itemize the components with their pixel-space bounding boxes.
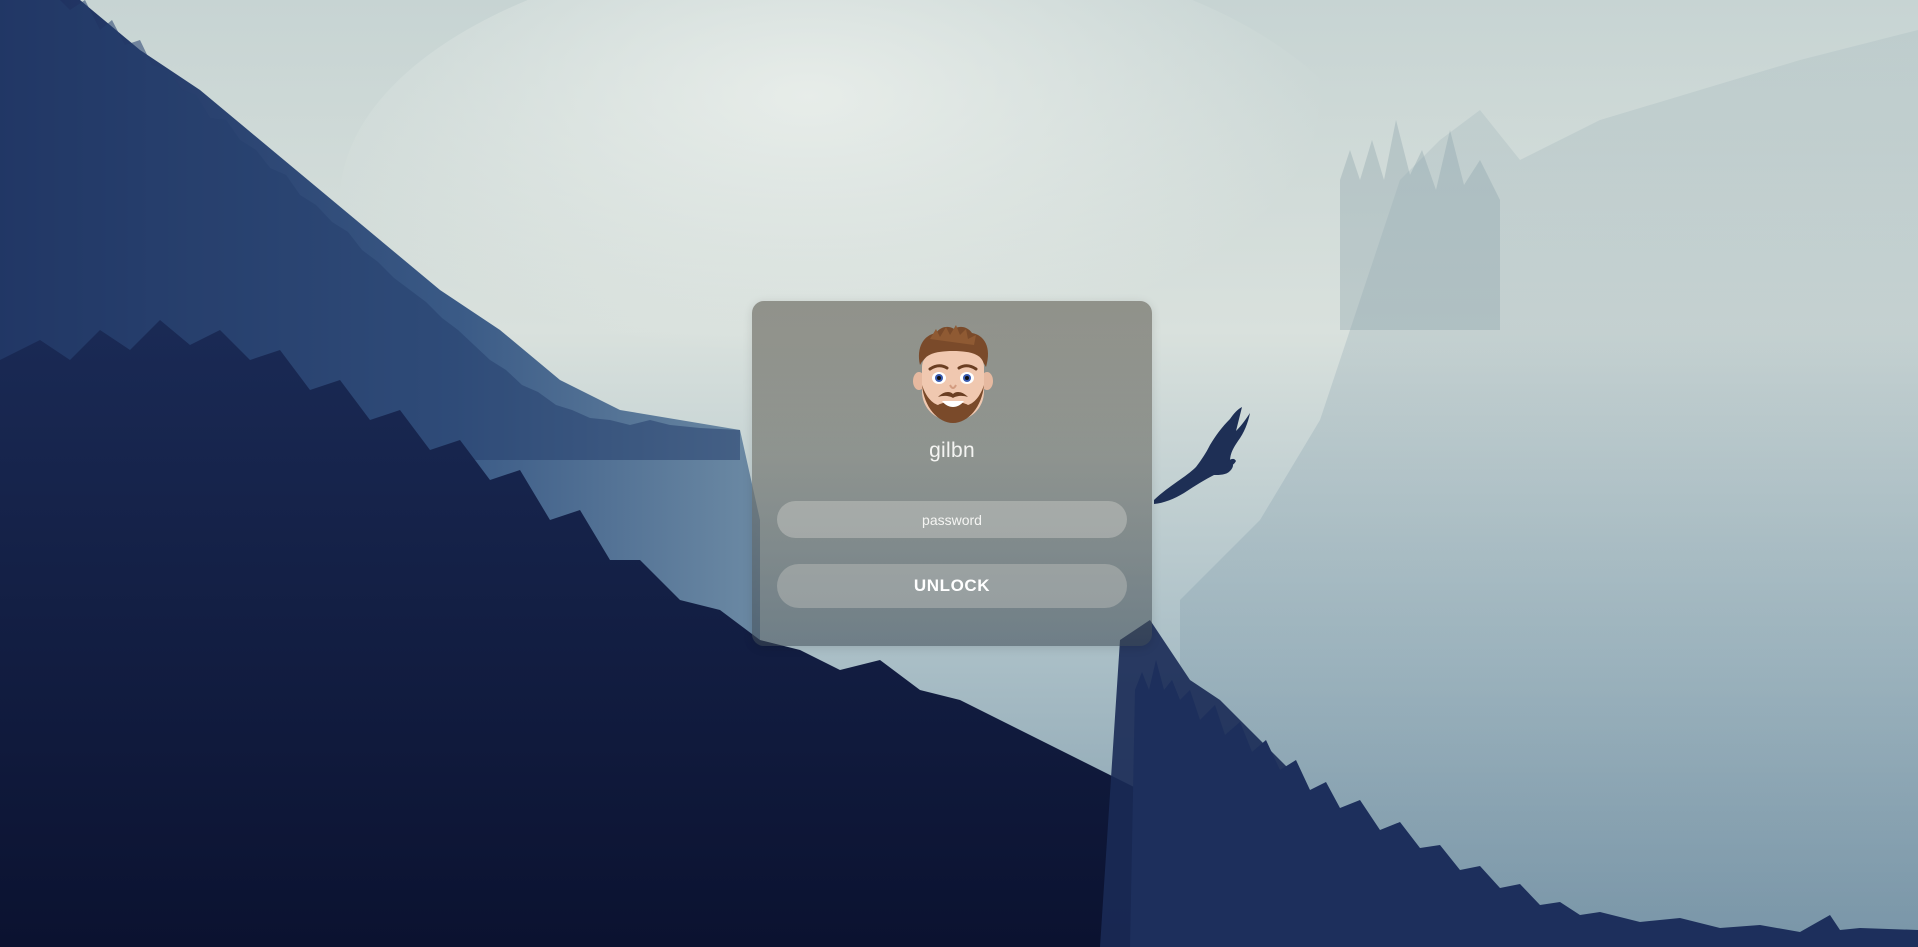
- password-input[interactable]: [777, 501, 1127, 538]
- unlock-card: gilbn UNLOCK: [752, 301, 1152, 646]
- username-label: gilbn: [929, 439, 975, 462]
- unlock-button[interactable]: UNLOCK: [777, 564, 1127, 608]
- memoji-avatar-icon: [913, 325, 993, 423]
- lock-screen: gilbn UNLOCK: [0, 0, 1918, 947]
